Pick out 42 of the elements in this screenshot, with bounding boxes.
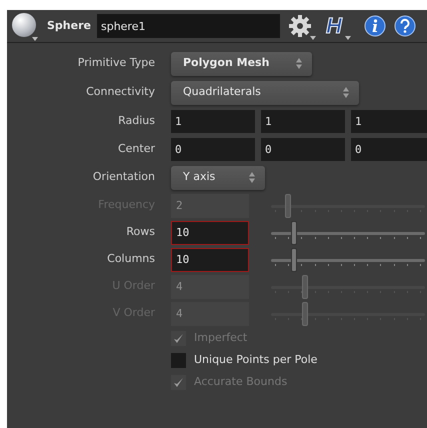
- parameter-label: Radius: [118, 112, 155, 129]
- help-icon[interactable]: [394, 15, 416, 37]
- parameter-label: Connectivity: [86, 84, 155, 100]
- number-field[interactable]: 1: [171, 110, 255, 132]
- up-down-arrows-icon: [343, 87, 349, 98]
- slider-handle[interactable]: [291, 220, 298, 244]
- node-name-field[interactable]: sphere1: [96, 14, 280, 38]
- dropdown-menu[interactable]: Polygon Mesh: [171, 52, 312, 76]
- node-type-label: Sphere: [47, 18, 91, 34]
- number-field[interactable]: 1: [351, 110, 427, 132]
- dropdown-menu[interactable]: Quadrilaterals: [171, 80, 359, 104]
- slider[interactable]: [271, 220, 425, 244]
- slider[interactable]: [271, 248, 425, 272]
- number-field[interactable]: 0: [351, 138, 427, 160]
- info-icon[interactable]: [364, 15, 386, 37]
- number-field[interactable]: 1: [261, 110, 345, 132]
- checkbox-label: Imperfect: [194, 330, 248, 346]
- checkmark-icon: [173, 376, 184, 388]
- checkmark-icon: [173, 332, 184, 344]
- checkbox[interactable]: [171, 352, 186, 368]
- number-field[interactable]: 0: [261, 138, 345, 160]
- slider[interactable]: [271, 194, 425, 218]
- parameter-label: Center: [118, 140, 155, 157]
- caret-icon: [344, 36, 351, 40]
- parameter-label: Columns: [107, 251, 155, 268]
- gear-icon[interactable]: [288, 14, 312, 38]
- parameter-label: Primitive Type: [78, 55, 155, 72]
- slider-handle[interactable]: [291, 248, 298, 272]
- parameter-label: Rows: [126, 224, 155, 240]
- caret-icon: [310, 36, 316, 40]
- checkbox-label: Unique Points per Pole: [194, 352, 318, 368]
- slider[interactable]: [271, 302, 425, 326]
- number-field[interactable]: 10: [171, 220, 249, 244]
- dropdown-menu[interactable]: Y axis: [171, 166, 265, 190]
- number-field[interactable]: 0: [171, 138, 255, 160]
- checkbox-label: Accurate Bounds: [194, 374, 288, 390]
- slider[interactable]: [271, 274, 425, 298]
- number-field[interactable]: 10: [171, 248, 249, 272]
- parameter-label: Orientation: [92, 169, 155, 186]
- up-down-arrows-icon: [296, 58, 302, 69]
- caret-icon: [32, 37, 38, 41]
- up-down-arrows-icon: [249, 172, 255, 183]
